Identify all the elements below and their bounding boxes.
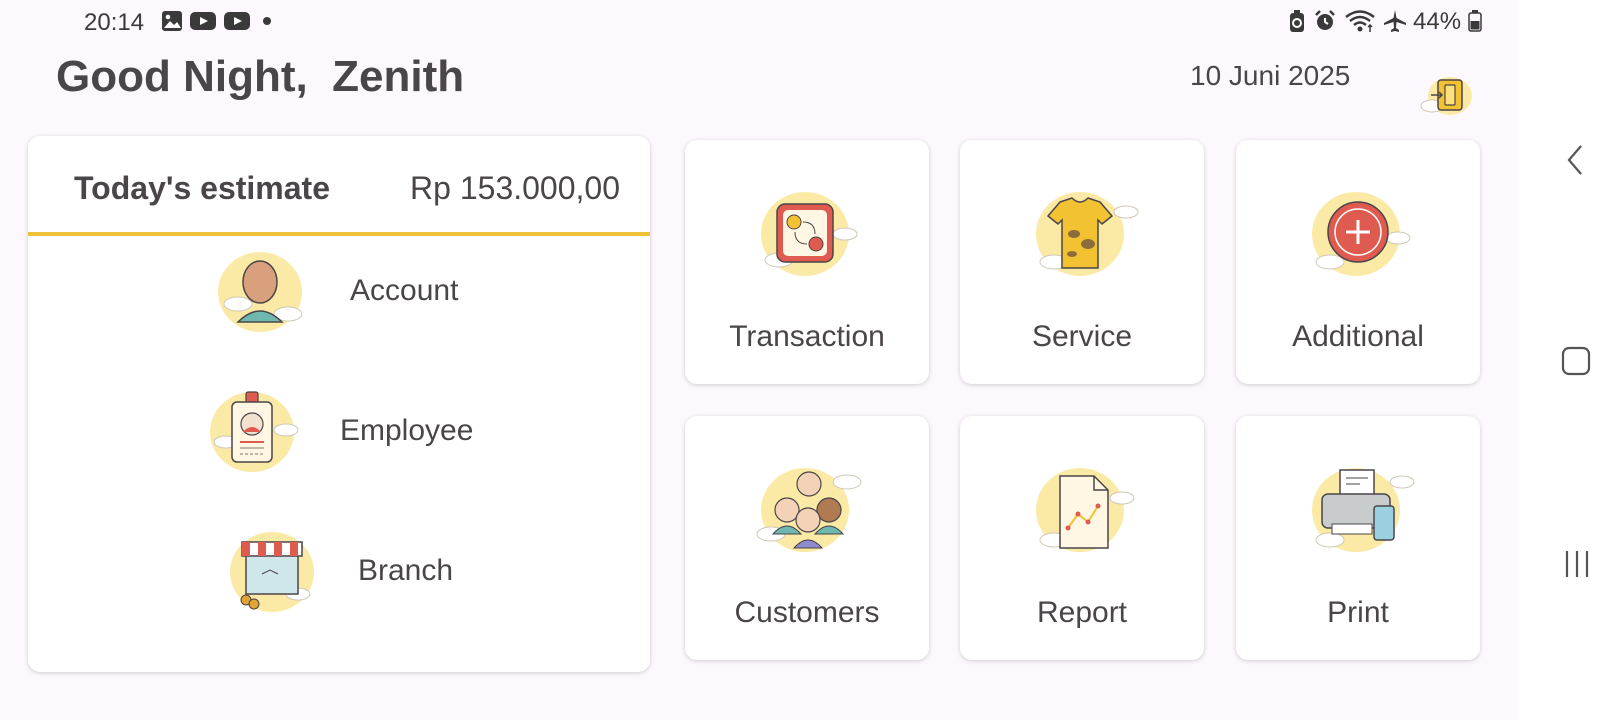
tile-label: Print [1327,596,1389,629]
status-bar: 20:14 44% [0,0,1517,44]
printer-icon [1312,468,1415,552]
wifi-icon [1345,10,1375,32]
battery-saver-icon [1290,10,1304,32]
status-time: 20:14 [84,9,145,36]
system-status-icons [1288,9,1407,33]
id-card-icon [210,391,299,472]
airplane-icon [1384,10,1406,32]
menu-item-label: Branch [358,554,454,587]
greeting-title: Good Night, Zenith [56,52,465,101]
back-chevron-icon[interactable] [1564,143,1586,177]
menu-item-employee[interactable]: Employee [28,384,650,494]
menu-item-account[interactable]: Account [28,244,650,354]
tile-service[interactable]: Service [960,140,1204,384]
tile-report[interactable]: Report [960,416,1204,660]
store-icon [230,532,314,612]
battery-percent: 44% [1413,8,1462,35]
dot-icon [263,17,271,25]
app-screen: 20:14 44% Good Night, Zenith 10 Juni 202… [0,0,1517,720]
exit-button[interactable] [1418,70,1476,122]
menu-item-label: Account [350,274,459,307]
notification-icons [161,10,277,32]
estimate-label: Today's estimate [74,170,330,206]
money-exchange-icon [761,192,858,276]
tile-customers[interactable]: Customers [685,416,929,660]
summary-card: Today's estimate Rp 153.000,00 Account E… [28,136,650,672]
tile-additional[interactable]: Additional [1236,140,1480,384]
estimate-value: Rp 153.000,00 [410,170,620,206]
battery-icon [1467,10,1482,32]
youtube-icon [190,12,216,30]
gallery-icon [162,11,182,31]
plus-circle-icon [1312,192,1411,276]
exit-door-icon [1420,77,1472,115]
person-avatar-icon [218,252,303,332]
menu-item-branch[interactable]: Branch [28,524,650,634]
menu-item-label: Employee [340,414,474,447]
tile-label: Report [1036,596,1128,629]
youtube-icon [224,12,250,30]
tile-transaction[interactable]: Transaction [685,140,929,384]
tile-label: Transaction [729,320,885,353]
today-estimate: Today's estimate Rp 153.000,00 [28,136,650,236]
battery-level: 44% [1413,8,1482,36]
alarm-icon [1315,10,1335,30]
recents-icon[interactable] [1561,549,1593,579]
report-document-icon [1036,468,1135,552]
system-nav-bar [1517,0,1600,720]
tile-label: Additional [1292,320,1424,353]
tile-print[interactable]: Print [1236,416,1480,660]
stained-shirt-icon [1036,192,1139,276]
people-group-icon [756,468,862,552]
home-square-icon[interactable] [1560,345,1592,377]
current-date: 10 Juni 2025 [1190,60,1351,91]
tile-label: Customers [734,596,880,629]
tile-label: Service [1031,320,1133,353]
